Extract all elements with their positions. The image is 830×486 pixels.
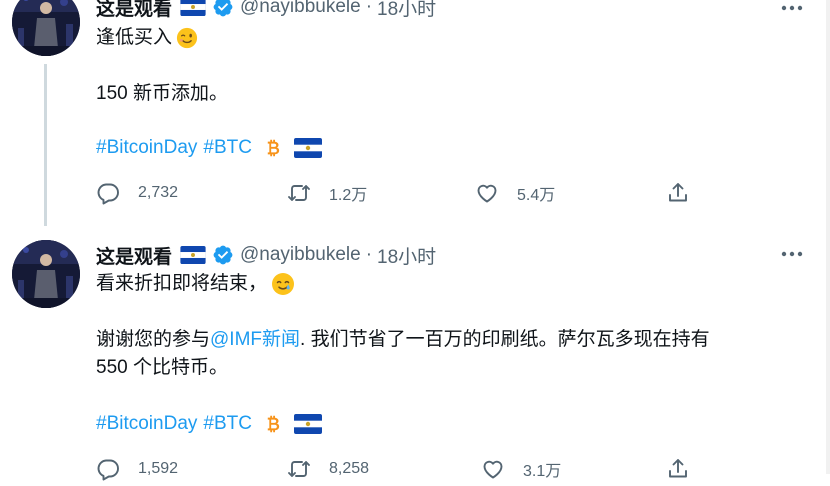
like-count: 5.4万 — [517, 187, 556, 204]
author-name[interactable]: 这是观看 — [96, 0, 172, 21]
avatar-image — [12, 240, 80, 308]
retweet-count: 8,258 — [329, 460, 370, 477]
tweet-text: . 我们节省了一百万的印刷纸。萨尔瓦多现在持有 — [300, 329, 710, 350]
tweet-text: 看来折扣即将结束， — [96, 273, 268, 294]
like-button[interactable]: 3.1万 — [481, 454, 561, 484]
tweet-header: 这是观看 @nayibbukele · 18小时 — [96, 240, 436, 270]
tweet[interactable]: 这是观看 @nayibbukele · 18小时 看来折扣即将结束， 谢谢您的参… — [0, 236, 830, 486]
author-handle[interactable]: @nayibbukele — [240, 244, 361, 266]
tweet-text-line: 谢谢您的参与@IMF新闻. 我们节省了一百万的印刷纸。萨尔瓦多现在持有 — [96, 326, 710, 354]
share-button[interactable] — [666, 178, 690, 208]
tweet-text-line: 550 个比特币。 — [96, 354, 228, 382]
like-count: 3.1万 — [523, 463, 562, 480]
reply-count: 1,592 — [138, 460, 179, 477]
bitcoin-icon — [262, 413, 284, 435]
tweet-text-line: 逢低买入 — [96, 24, 198, 52]
avatar[interactable] — [12, 0, 80, 56]
tweet-text-line: 看来折扣即将结束， — [96, 270, 295, 298]
hashtag-link[interactable]: #BitcoinDay — [96, 413, 197, 435]
winking-face-emoji-icon — [176, 27, 198, 49]
reply-button[interactable]: 1,592 — [96, 454, 178, 484]
tweet-text-line: 150 新币添加。 — [96, 80, 228, 108]
tweet-text: 逢低买入 — [96, 27, 173, 48]
share-icon — [666, 457, 690, 481]
retweet-icon — [287, 457, 311, 481]
author-name[interactable]: 这是观看 — [96, 242, 172, 269]
el-salvador-flag-icon — [180, 0, 206, 16]
bitcoin-icon — [262, 137, 284, 159]
hashtag-line: #BitcoinDay #BTC — [96, 410, 322, 438]
like-icon — [481, 457, 505, 481]
tweet-actions: 1,592 8,258 3.1万 — [96, 454, 736, 484]
verified-badge-icon — [212, 244, 234, 266]
scrollbar[interactable] — [826, 0, 830, 474]
el-salvador-flag-icon — [294, 414, 322, 434]
tweet-actions: 2,732 1.2万 5.4万 — [96, 178, 736, 208]
avatar[interactable] — [12, 240, 80, 308]
tweet-text: 550 个比特币。 — [96, 357, 228, 378]
retweet-count: 1.2万 — [329, 187, 368, 204]
thread-connector-line — [44, 64, 47, 226]
tweet[interactable]: 这是观看 @nayibbukele · 18小时 逢低买入 150 新币添加。 … — [0, 0, 830, 230]
tweet-timestamp[interactable]: 18小时 — [377, 242, 436, 269]
author-handle[interactable]: @nayibbukele — [240, 0, 361, 18]
like-icon — [475, 181, 499, 205]
hashtag-link[interactable]: #BTC — [203, 137, 252, 159]
reply-icon — [96, 181, 120, 205]
avatar-image — [12, 0, 80, 56]
tweet-feed: 这是观看 @nayibbukele · 18小时 逢低买入 150 新币添加。 … — [0, 0, 830, 474]
tweet-text: 谢谢您的参与 — [96, 329, 211, 350]
hashtag-link[interactable]: #BitcoinDay — [96, 137, 197, 159]
reply-count: 2,732 — [138, 184, 179, 201]
like-button[interactable]: 5.4万 — [475, 178, 555, 208]
mention-link[interactable]: @IMF新闻 — [210, 329, 300, 350]
tweet-text: 150 新币添加。 — [96, 83, 228, 104]
reply-icon — [96, 457, 120, 481]
retweet-button[interactable]: 1.2万 — [287, 178, 367, 208]
hashtag-link[interactable]: #BTC — [203, 413, 252, 435]
el-salvador-flag-icon — [294, 138, 322, 158]
retweet-button[interactable]: 8,258 — [287, 454, 369, 484]
reply-button[interactable]: 2,732 — [96, 178, 178, 208]
smiling-face-with-tear-emoji-icon — [271, 272, 295, 296]
separator-dot: · — [365, 0, 373, 17]
el-salvador-flag-icon — [180, 246, 206, 264]
separator-dot: · — [365, 244, 373, 265]
tweet-header: 这是观看 @nayibbukele · 18小时 — [96, 0, 436, 22]
hashtag-line: #BitcoinDay #BTC — [96, 134, 322, 162]
retweet-icon — [287, 181, 311, 205]
verified-badge-icon — [212, 0, 234, 18]
more-icon[interactable] — [780, 0, 804, 18]
share-icon — [666, 181, 690, 205]
share-button[interactable] — [666, 454, 690, 484]
tweet-timestamp[interactable]: 18小时 — [377, 0, 436, 21]
more-icon[interactable] — [780, 244, 804, 264]
